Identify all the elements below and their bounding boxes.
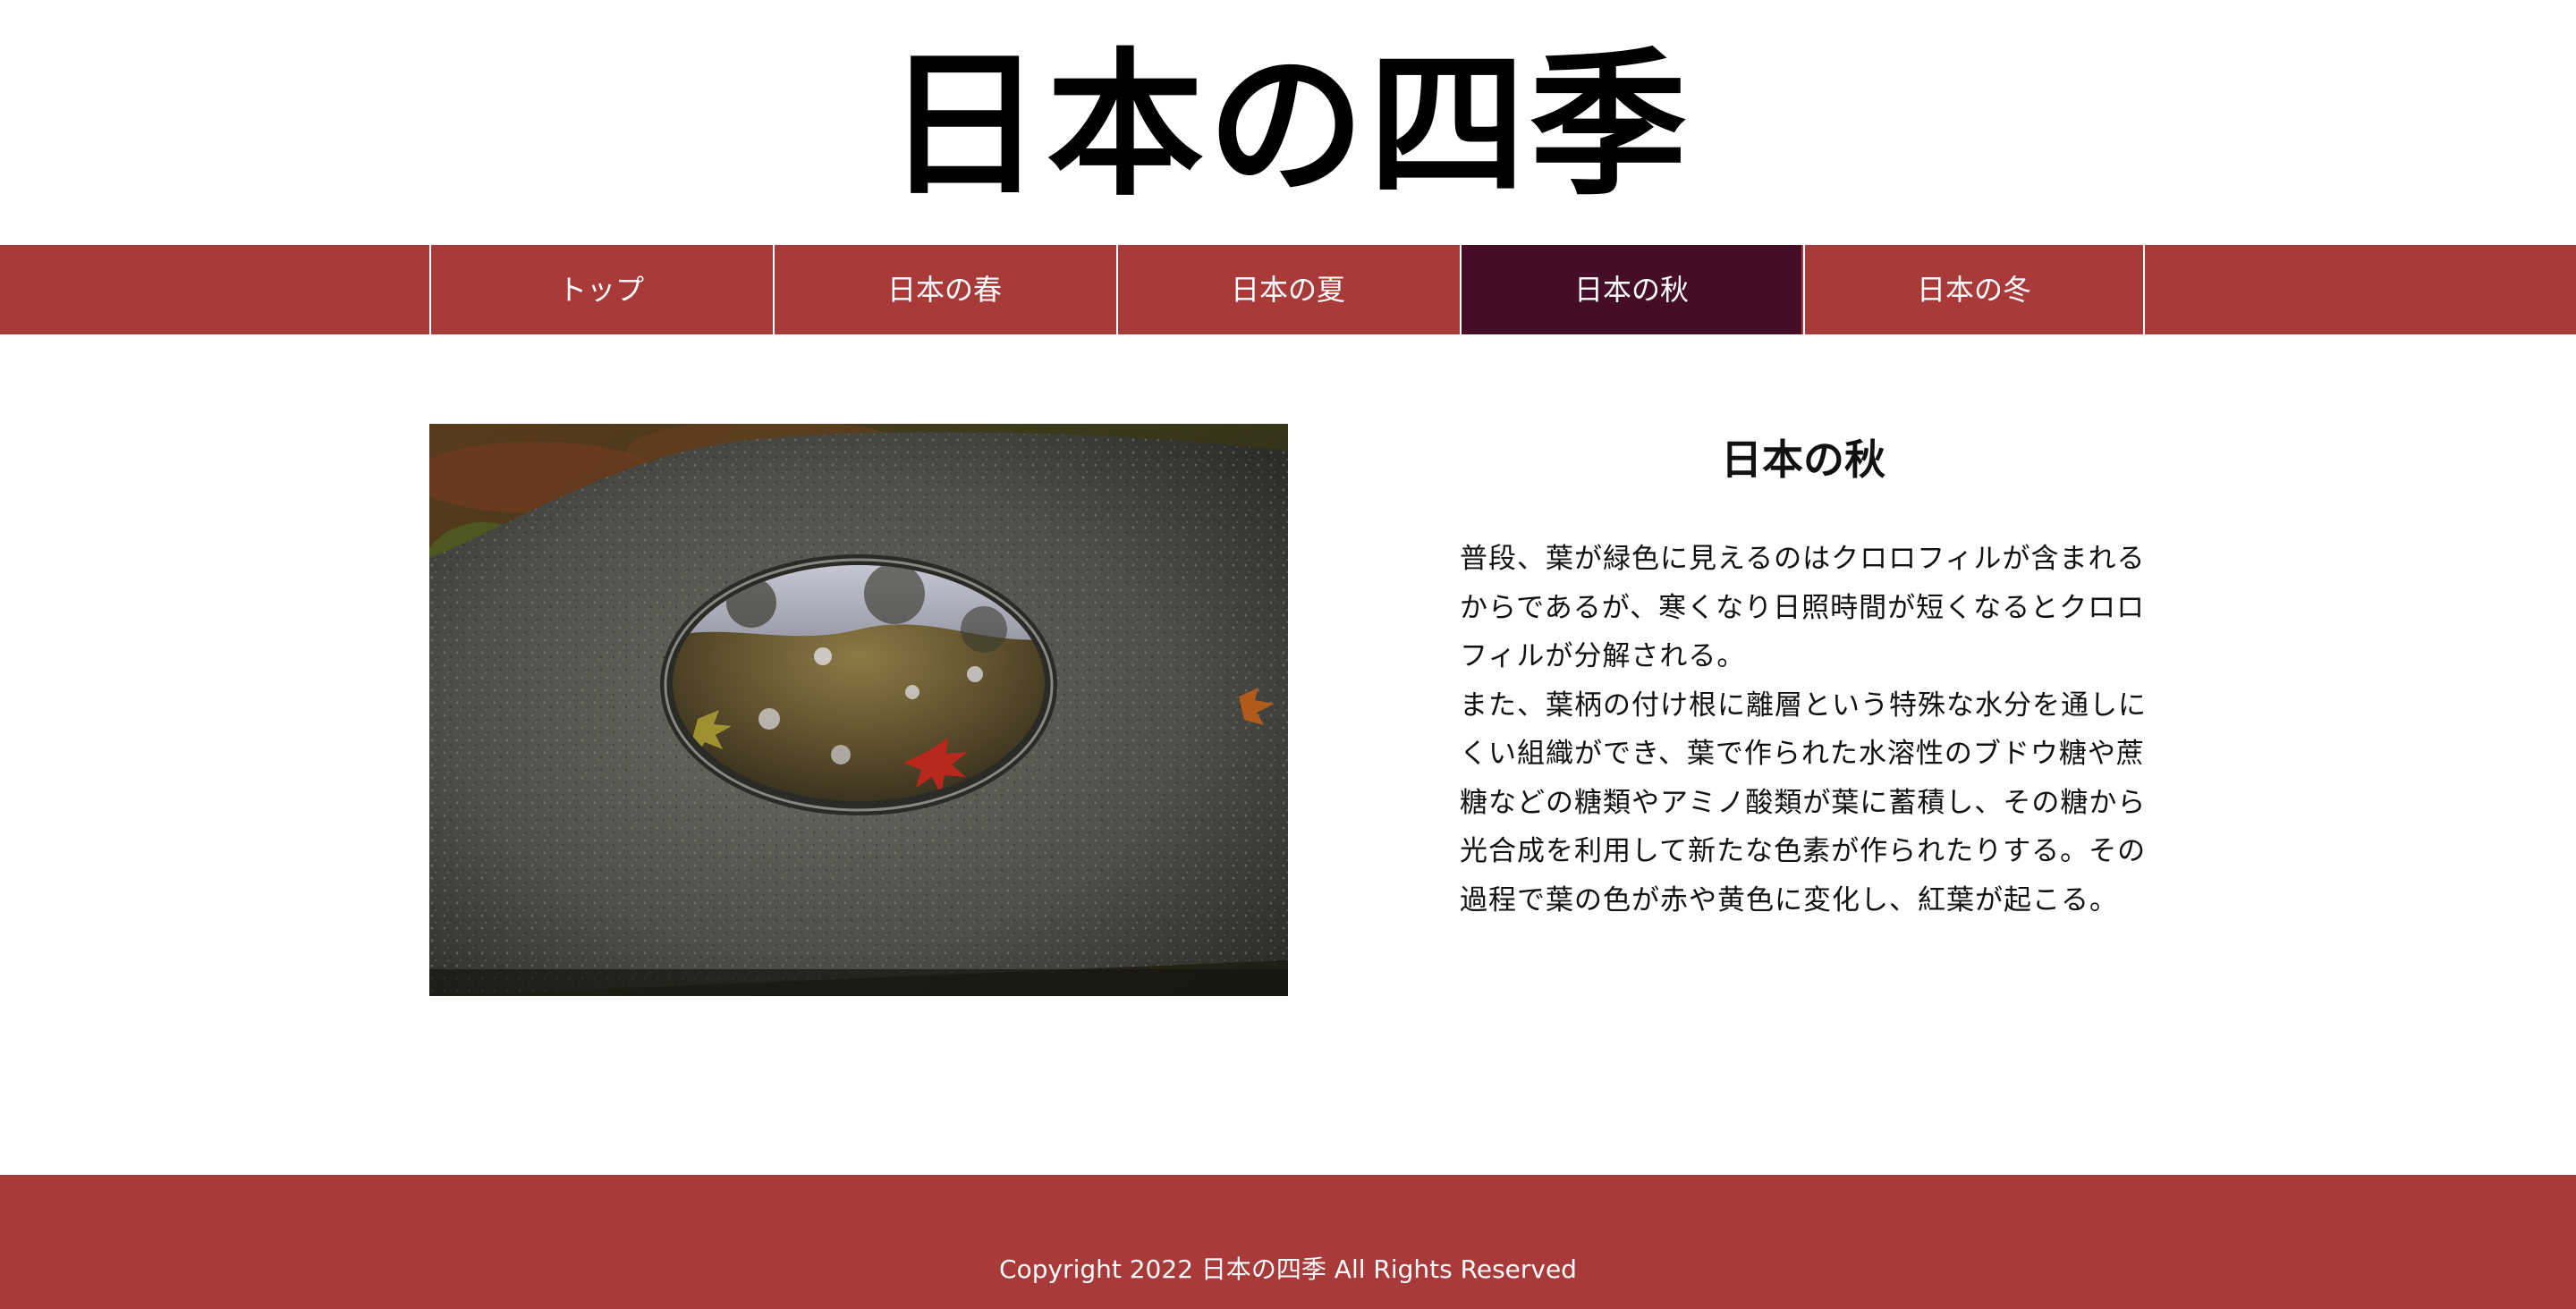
copyright-text: Copyright 2022 日本の四季 All Rights Reserved <box>999 1254 1577 1284</box>
autumn-photo <box>429 424 1288 996</box>
main-nav: トップ 日本の春 日本の夏 日本の秋 日本の冬 <box>0 245 2576 334</box>
site-title: 日本の四季 <box>885 32 1690 217</box>
nav-item-autumn[interactable]: 日本の秋 <box>1460 245 1801 334</box>
nav-item-spring[interactable]: 日本の春 <box>773 245 1114 334</box>
article-title: 日本の秋 <box>1721 435 1885 484</box>
article: 日本の秋 普段、葉が緑色に見えるのはクロロフィルが含まれるからであるが、寒くなり… <box>1460 424 2147 925</box>
article-paragraph: また、葉柄の付け根に離層という特殊な水分を通しにくい組織ができ、葉で作られた水溶… <box>1460 688 2147 916</box>
nav-item-summer[interactable]: 日本の夏 <box>1116 245 1458 334</box>
site-footer: Copyright 2022 日本の四季 All Rights Reserved <box>0 1175 2576 1309</box>
site-header: 日本の四季 <box>0 0 2576 245</box>
nav-item-winter[interactable]: 日本の冬 <box>1803 245 2145 334</box>
article-paragraph: 普段、葉が緑色に見えるのはクロロフィルが含まれるからであるが、寒くなり日照時間が… <box>1460 543 2146 672</box>
nav-item-top[interactable]: トップ <box>429 245 771 334</box>
article-body: 普段、葉が緑色に見えるのはクロロフィルが含まれるからであるが、寒くなり日照時間が… <box>1460 535 2147 925</box>
